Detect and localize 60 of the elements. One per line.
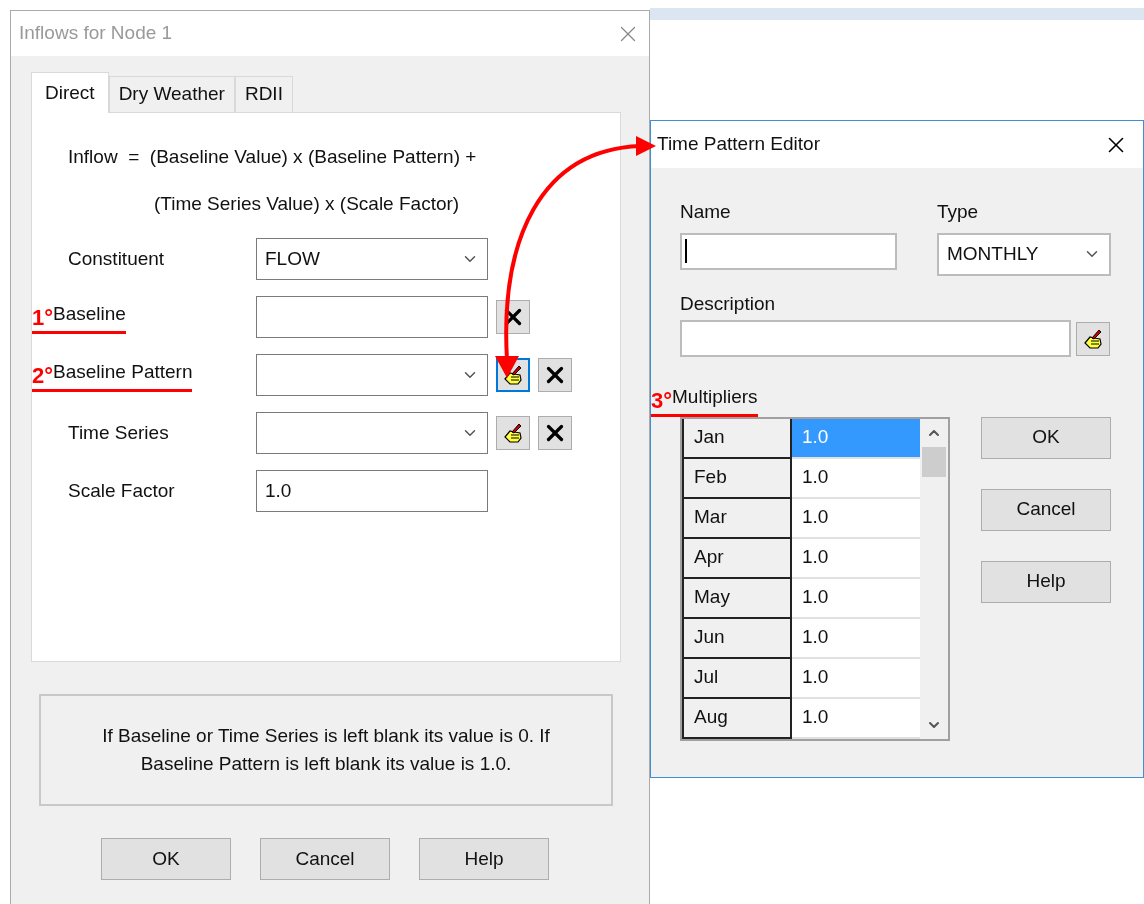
input-field[interactable] xyxy=(680,232,897,270)
formula-line: Inflow = (Baseline Value) x (Baseline Pattern) + xyxy=(67,145,478,169)
hand-pencil-icon xyxy=(502,422,524,444)
row-header: Feb xyxy=(682,458,792,499)
clear-button[interactable] xyxy=(538,358,572,392)
field-label: Time Series xyxy=(67,420,170,445)
step-annotation: 1° xyxy=(32,306,54,329)
row-header: Jan xyxy=(682,418,792,459)
dialog-button[interactable]: Cancel xyxy=(260,838,390,880)
edit-button[interactable] xyxy=(1076,321,1110,356)
field-value: FLOW xyxy=(265,246,320,271)
row-header: Aug xyxy=(682,698,792,739)
tab[interactable]: Direct xyxy=(31,72,109,113)
dialog-button[interactable]: Help xyxy=(419,838,549,880)
table-cell[interactable]: 1.0 xyxy=(792,458,920,499)
window-title: Time Pattern Editor xyxy=(657,132,820,157)
field-label: Constituent xyxy=(67,246,166,271)
hand-pencil-icon xyxy=(1082,327,1104,350)
field-label: Type xyxy=(937,200,980,224)
row-header: Apr xyxy=(682,538,792,579)
input-field[interactable] xyxy=(256,296,488,338)
tab[interactable]: RDII xyxy=(234,76,293,112)
table-cell[interactable]: 1.0 xyxy=(792,698,920,739)
row-header: May xyxy=(682,578,792,619)
table-cell[interactable]: 1.0 xyxy=(792,578,920,619)
dialog-button[interactable]: OK xyxy=(101,838,231,880)
input-field[interactable]: 1.0 xyxy=(256,470,488,512)
dropdown[interactable] xyxy=(256,412,488,454)
note-text: If Baseline or Time Series is left blank its value is 0. If Baseline Pattern is left blank its value is 1.0. xyxy=(101,724,551,776)
dialog-button[interactable]: Help xyxy=(981,560,1111,603)
tab[interactable]: Dry Weather xyxy=(108,76,235,112)
window-title: Inflows for Node 1 xyxy=(19,21,173,46)
row-header: Jun xyxy=(682,618,792,659)
table-cell[interactable]: 1.0 xyxy=(792,618,920,659)
step-annotation: 2° xyxy=(32,364,54,387)
row-header: Jul xyxy=(682,658,792,699)
field-label: Baseline Pattern xyxy=(53,360,193,385)
dropdown[interactable] xyxy=(256,354,488,396)
field-label: Multipliers xyxy=(672,385,758,409)
scroll-thumb[interactable] xyxy=(922,446,946,477)
dialog-button[interactable]: OK xyxy=(981,416,1111,459)
formula-line: (Time Series Value) x (Scale Factor) xyxy=(153,191,461,216)
field-label: Name xyxy=(680,200,732,224)
field-value: MONTHLY xyxy=(947,241,1039,266)
table-cell[interactable]: 1.0 xyxy=(792,498,920,539)
field-label: Description xyxy=(680,291,777,316)
field-value: 1.0 xyxy=(265,478,292,503)
clear-button[interactable] xyxy=(538,416,572,450)
input-field[interactable] xyxy=(680,320,1071,357)
table-cell[interactable]: 1.0 xyxy=(792,538,920,579)
field-label: Scale Factor xyxy=(67,478,176,503)
step-annotation: 3° xyxy=(651,389,673,412)
edit-button[interactable] xyxy=(496,416,530,450)
text-cursor xyxy=(685,239,687,263)
field-label: Baseline xyxy=(53,302,126,327)
table-cell[interactable]: 1.0 xyxy=(792,658,920,699)
row-header: Mar xyxy=(682,498,792,539)
dropdown[interactable]: MONTHLY xyxy=(937,232,1111,276)
dropdown[interactable]: FLOW xyxy=(256,238,488,280)
dialog-button[interactable]: Cancel xyxy=(981,488,1111,531)
